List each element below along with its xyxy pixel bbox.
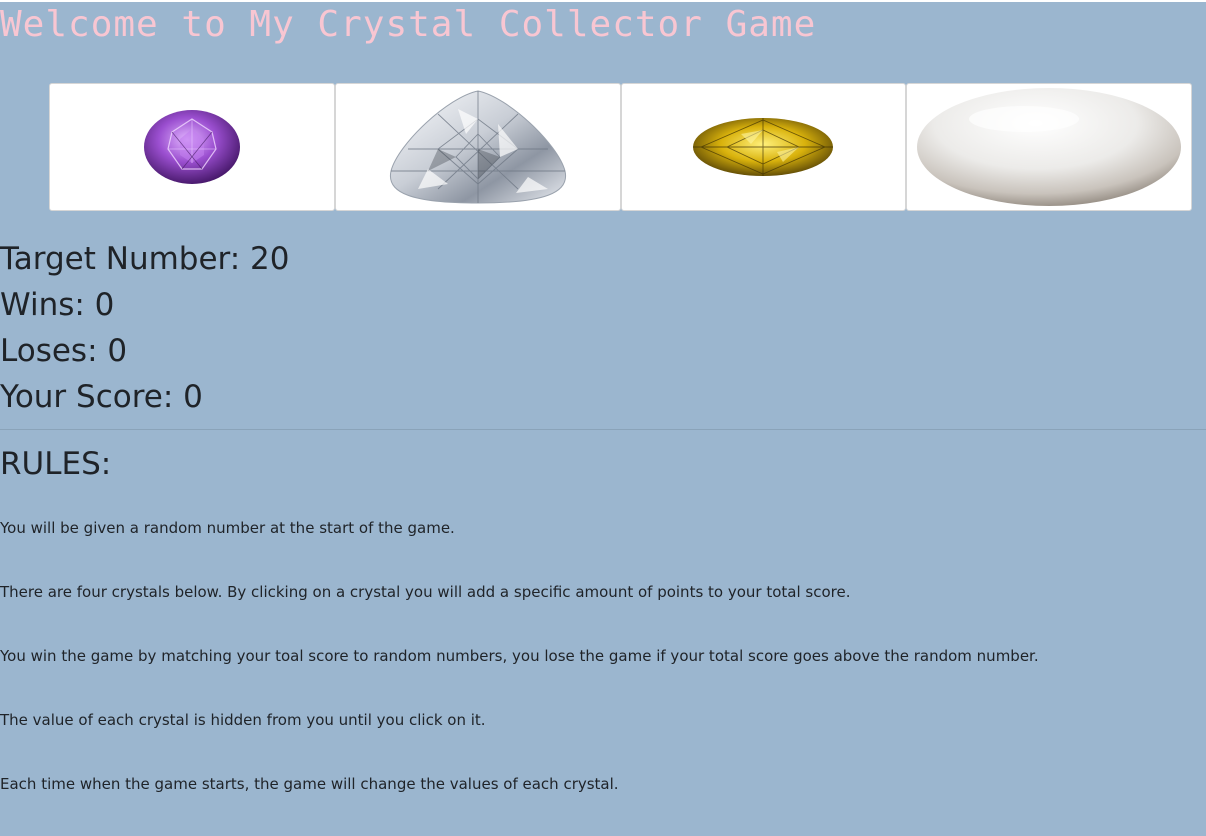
crystal-row [49, 83, 1192, 213]
white-pearl-icon [917, 88, 1182, 206]
score-counter: Your Score: 0 [0, 379, 203, 415]
crystal-diamond[interactable] [334, 83, 621, 211]
wins-counter: Wins: 0 [0, 287, 115, 323]
rules-heading: RULES: [0, 446, 112, 482]
clear-pear-diamond-icon [389, 90, 566, 204]
top-border [0, 0, 1206, 2]
section-divider [0, 429, 1206, 430]
losses-counter: Loses: 0 [0, 333, 128, 369]
rule-item: The value of each crystal is hidden from… [0, 711, 486, 729]
rule-item: You will be given a random number at the… [0, 519, 455, 537]
rules-list: You will be given a random number at the… [0, 516, 1039, 836]
rule-item: There are four crystals below. By clicki… [0, 583, 851, 601]
crystal-citrine[interactable] [620, 83, 907, 211]
yellow-oval-gem-icon [693, 118, 834, 176]
purple-oval-gem-icon [143, 110, 240, 184]
rule-item: Each time when the game starts, the game… [0, 775, 619, 793]
target-number: Target Number: 20 [0, 241, 290, 277]
crystal-pearl[interactable] [906, 83, 1192, 211]
rule-item: You win the game by matching your toal s… [0, 647, 1039, 665]
page-title: Welcome to My Crystal Collector Game [0, 4, 817, 45]
stats-panel: Target Number: 20 Wins: 0 Loses: 0 Your … [0, 236, 290, 420]
crystal-amethyst[interactable] [49, 83, 335, 211]
